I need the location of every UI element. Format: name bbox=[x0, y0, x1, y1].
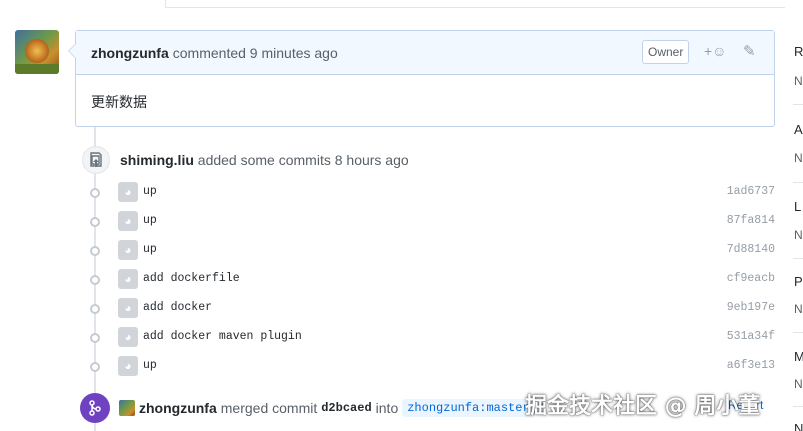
commit-sha-link[interactable]: 1ad6737 bbox=[727, 185, 775, 198]
commit-row: ◕ up 7d88140 bbox=[88, 240, 775, 262]
commit-message-link[interactable]: up bbox=[143, 185, 157, 198]
merge-event: zhongzunfa merged commit d2bcaed into zh… bbox=[80, 393, 546, 423]
commit-row: ◕ up 1ad6737 bbox=[88, 182, 775, 204]
commit-row: ◕ add docker 9eb197e bbox=[88, 298, 775, 320]
sidebar-divider bbox=[793, 406, 803, 407]
commit-sha-link[interactable]: cf9eacb bbox=[727, 272, 775, 285]
commit-row: ◕ add dockerfile cf9eacb bbox=[88, 269, 775, 291]
discussion-sidebar: R N A N L N P N M N N bbox=[791, 0, 803, 431]
git-merge-icon bbox=[80, 393, 110, 423]
commit-message-link[interactable]: add docker maven plugin bbox=[143, 330, 302, 343]
merge-commit-sha-link[interactable]: d2bcaed bbox=[321, 401, 371, 415]
commit-dot-icon bbox=[88, 275, 102, 285]
commit-sha-link[interactable]: 87fa814 bbox=[727, 214, 775, 227]
repo-push-icon-svg bbox=[90, 152, 102, 167]
sidebar-section-value: N bbox=[794, 228, 803, 242]
sidebar-section-title[interactable]: L bbox=[794, 199, 801, 214]
merge-description: merged commit bbox=[220, 400, 318, 416]
comment-card: zhongzunfa commented 9 minutes ago Owner… bbox=[68, 30, 775, 127]
commit-author-avatar[interactable]: ◕ bbox=[118, 182, 138, 202]
merge-into-text: into bbox=[375, 400, 399, 416]
avatar-ground-image bbox=[15, 64, 59, 74]
commit-row: ◕ up a6f3e13 bbox=[88, 356, 775, 378]
commit-author-avatar[interactable]: ◕ bbox=[118, 269, 138, 289]
top-tab-border bbox=[0, 0, 803, 8]
sidebar-section-title[interactable]: N bbox=[794, 421, 803, 431]
avatar-lion-image bbox=[25, 39, 49, 63]
push-event: shiming.liu added some commits 8 hours a… bbox=[82, 146, 409, 174]
commit-dot-icon bbox=[88, 188, 102, 198]
pencil-edit-icon[interactable]: ✎ bbox=[743, 42, 756, 60]
commit-author-avatar[interactable]: ◕ bbox=[118, 211, 138, 231]
commit-author-avatar[interactable]: ◕ bbox=[118, 298, 138, 318]
merge-actor-avatar[interactable] bbox=[119, 400, 135, 416]
commenter-avatar[interactable] bbox=[15, 30, 59, 74]
commit-sha-link[interactable]: 9eb197e bbox=[727, 301, 775, 314]
sidebar-divider bbox=[793, 182, 803, 183]
add-reaction-icon[interactable]: +☺ bbox=[704, 43, 726, 59]
commit-row: ◕ add docker maven plugin 531a34f bbox=[88, 327, 775, 349]
comment-meta-text[interactable]: commented 9 minutes ago bbox=[173, 45, 338, 61]
sidebar-divider bbox=[793, 258, 803, 259]
sidebar-section-value: N bbox=[794, 302, 803, 316]
sidebar-divider bbox=[793, 332, 803, 333]
commit-message-link[interactable]: up bbox=[143, 214, 157, 227]
sidebar-section-value: N bbox=[794, 151, 803, 165]
push-event-description: added some commits 8 hours ago bbox=[197, 152, 409, 168]
sidebar-section-title[interactable]: R bbox=[794, 44, 803, 59]
commit-row: ◕ up 87fa814 bbox=[88, 211, 775, 233]
sidebar-section-title[interactable]: P bbox=[794, 274, 803, 289]
commit-author-avatar[interactable]: ◕ bbox=[118, 240, 138, 260]
sidebar-section-value: N bbox=[794, 377, 803, 391]
commit-dot-icon bbox=[88, 304, 102, 314]
commit-message-link[interactable]: add dockerfile bbox=[143, 272, 240, 285]
commit-dot-icon bbox=[88, 362, 102, 372]
tab-bottom-divider bbox=[165, 7, 785, 8]
sidebar-section-value: N bbox=[794, 74, 803, 88]
commit-author-avatar[interactable]: ◕ bbox=[118, 356, 138, 376]
push-event-text: shiming.liu added some commits 8 hours a… bbox=[120, 152, 409, 168]
merge-event-text: zhongzunfa merged commit d2bcaed into zh… bbox=[139, 399, 546, 417]
comment-author-link[interactable]: zhongzunfa bbox=[91, 45, 169, 61]
owner-badge: Owner bbox=[642, 40, 690, 64]
commit-message-link[interactable]: up bbox=[143, 359, 157, 372]
commit-author-avatar[interactable]: ◕ bbox=[118, 327, 138, 347]
sidebar-divider bbox=[793, 104, 803, 105]
commit-sha-link[interactable]: a6f3e13 bbox=[727, 359, 775, 372]
git-merge-icon-svg bbox=[89, 400, 101, 416]
merge-actor-link[interactable]: zhongzunfa bbox=[139, 400, 217, 416]
push-actor-link[interactable]: shiming.liu bbox=[120, 152, 194, 168]
commit-sha-link[interactable]: 531a34f bbox=[727, 330, 775, 343]
commit-dot-icon bbox=[88, 217, 102, 227]
commit-message-link[interactable]: add docker bbox=[143, 301, 212, 314]
commit-sha-link[interactable]: 7d88140 bbox=[727, 243, 775, 256]
sidebar-section-title[interactable]: A bbox=[794, 122, 803, 137]
commit-dot-icon bbox=[88, 246, 102, 256]
repo-push-icon bbox=[82, 146, 110, 174]
commit-dot-icon bbox=[88, 333, 102, 343]
watermark-text: 掘金技术社区 @ 周小董 bbox=[525, 394, 761, 419]
commit-message-link[interactable]: up bbox=[143, 243, 157, 256]
sidebar-section-title[interactable]: M bbox=[794, 349, 803, 364]
comment-body: 更新数据 bbox=[91, 94, 147, 110]
base-branch-ref[interactable]: zhongzunfa:master bbox=[402, 399, 535, 417]
